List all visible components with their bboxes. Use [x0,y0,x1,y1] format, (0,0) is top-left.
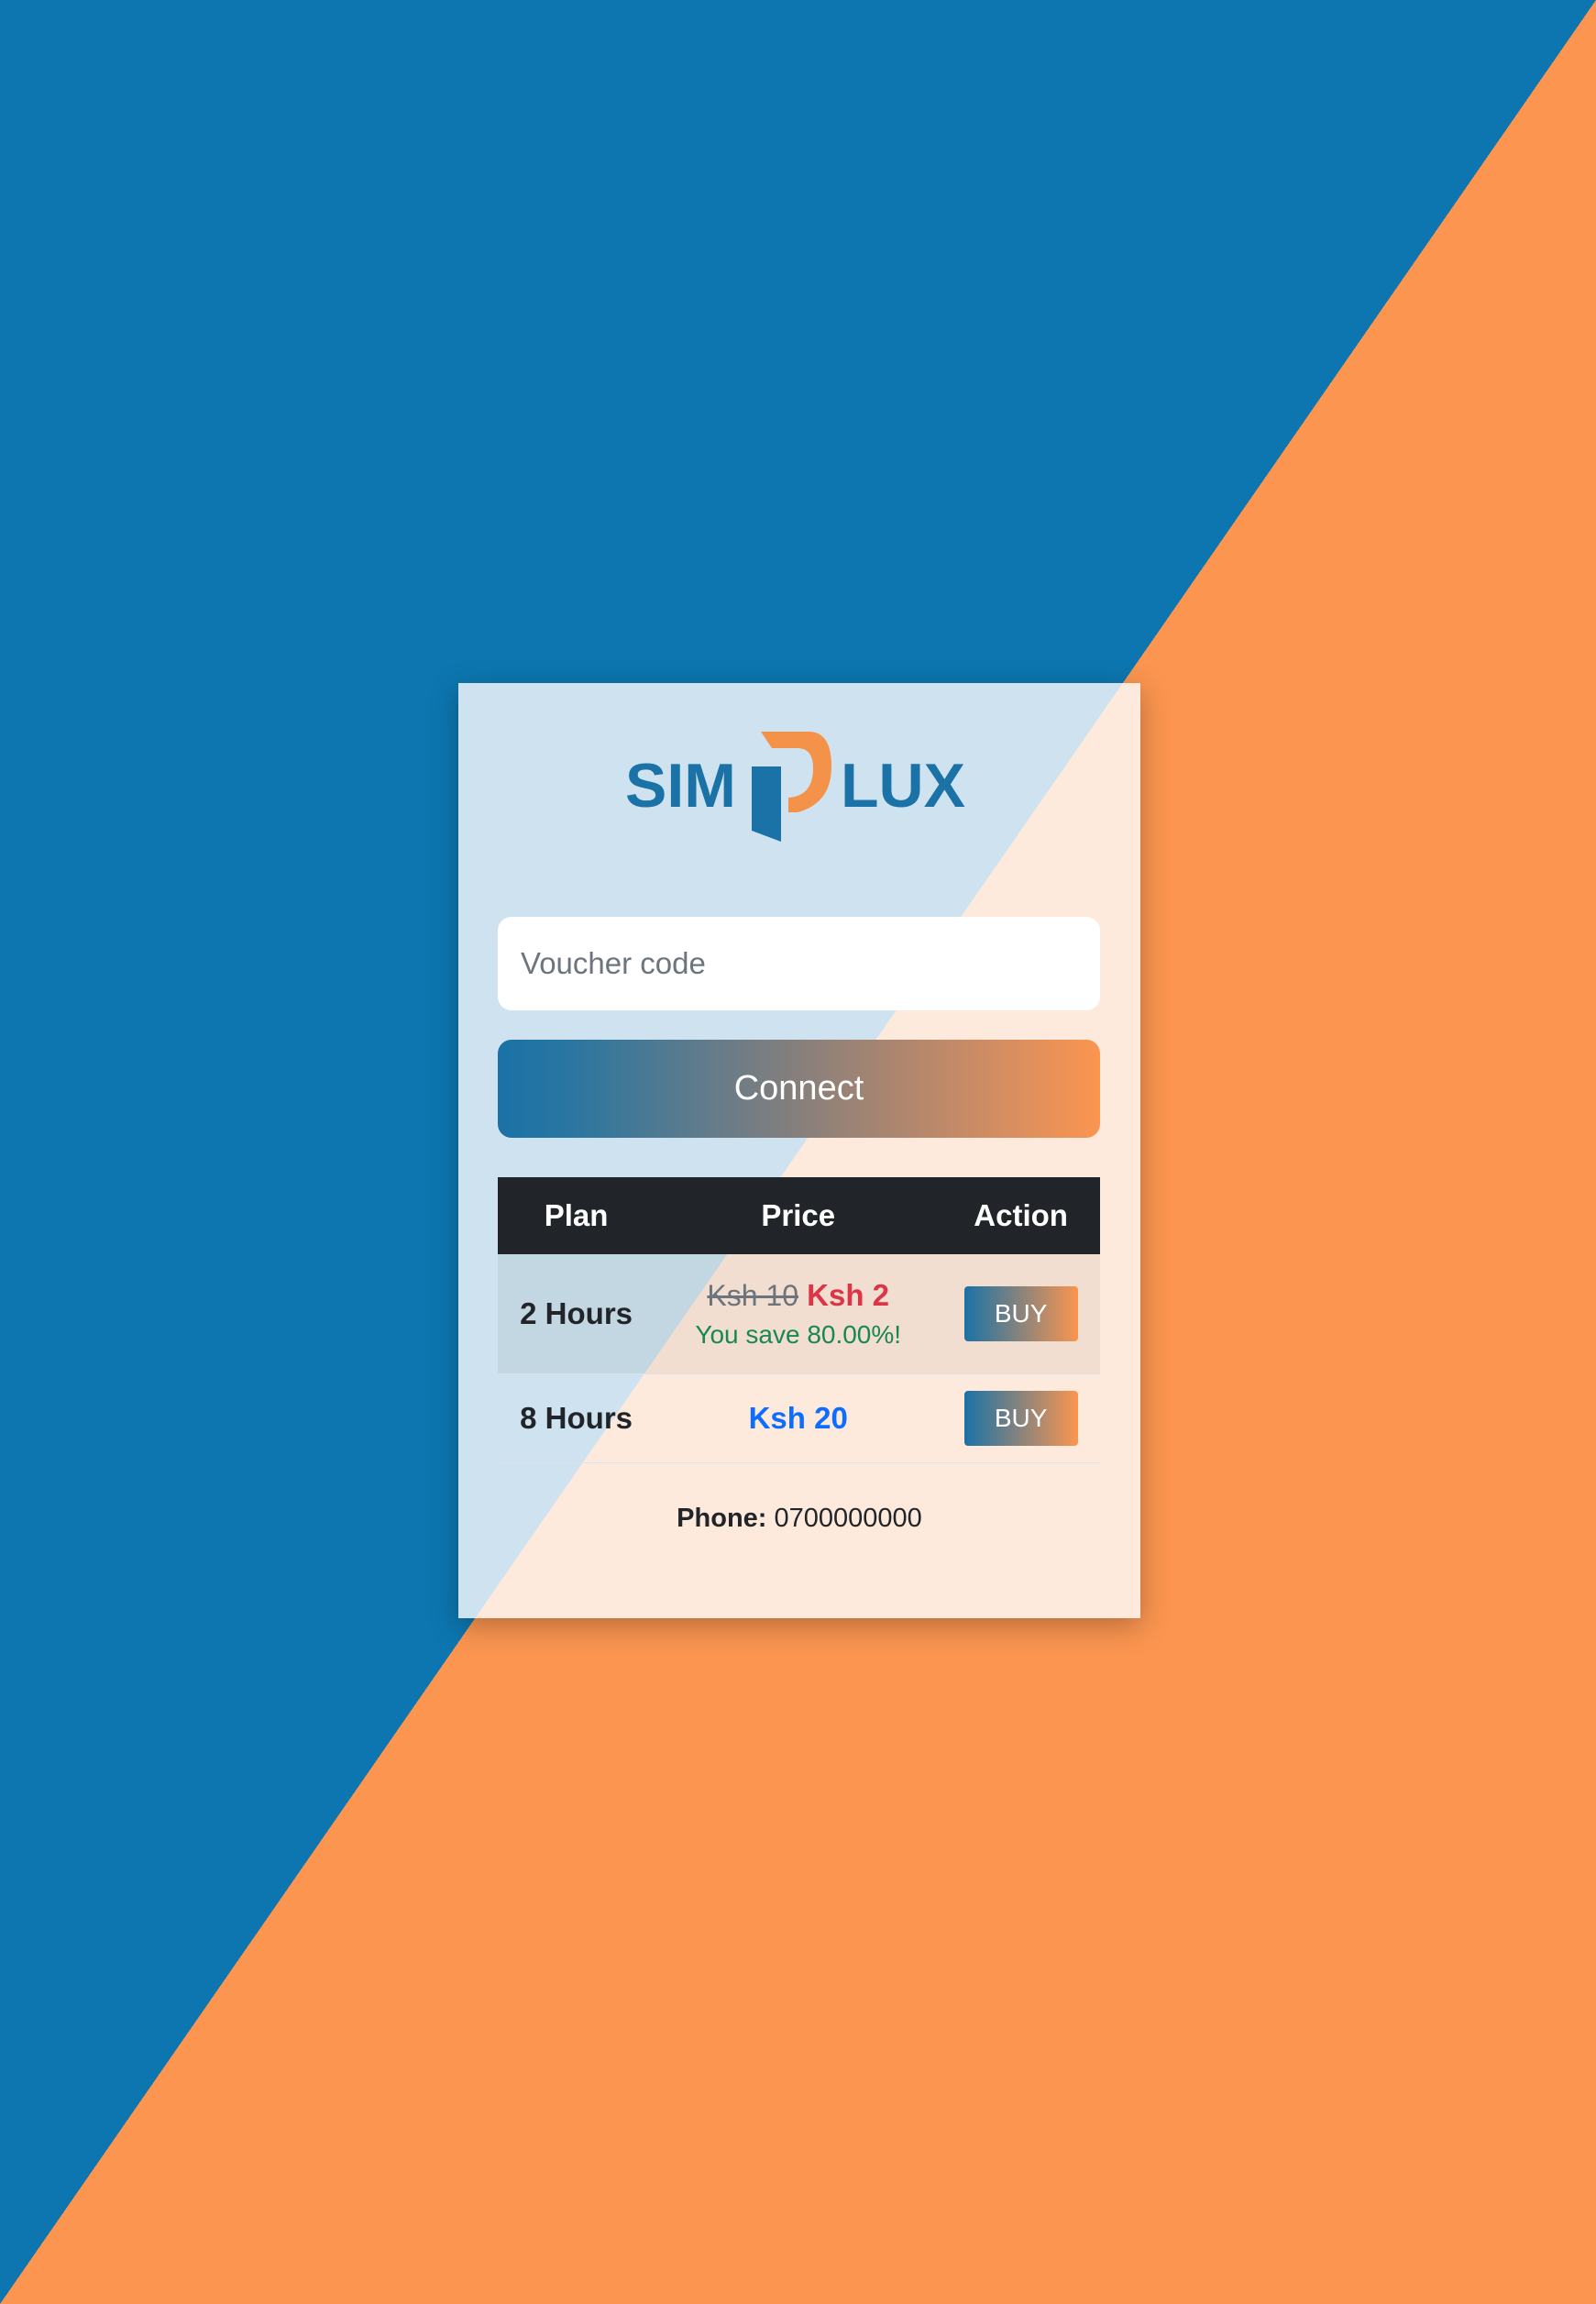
savings-text: You save 80.00%! [695,1320,902,1349]
table-row: 2 Hours Ksh 10 Ksh 2 You save 80.00%! BU… [498,1254,1100,1374]
action-cell: BUY [941,1254,1100,1374]
table-row: 8 Hours Ksh 20 BUY [498,1373,1100,1463]
phone-label: Phone: [677,1504,767,1533]
header-action: Action [941,1177,1100,1254]
table-header-row: Plan Price Action [498,1177,1100,1254]
logo: SIM LUX [498,683,1101,843]
voucher-code-input[interactable] [498,917,1100,1010]
svg-text:SIM: SIM [625,751,736,821]
price-cell: Ksh 10 Ksh 2 You save 80.00%! [655,1254,942,1374]
connect-button[interactable]: Connect [498,1040,1100,1138]
simplux-logo: SIM LUX [625,731,965,842]
action-cell: BUY [941,1373,1100,1463]
old-price: Ksh 10 [707,1279,798,1312]
buy-button-2-hours[interactable]: BUY [963,1286,1078,1341]
phone-number: 0700000000 [774,1504,922,1533]
plans-table: Plan Price Action 2 Hours Ksh 10 Ksh 2 Y… [498,1177,1100,1463]
svg-text:LUX: LUX [841,751,965,821]
sale-price: Ksh 2 [807,1278,890,1312]
plan-name: 8 Hours [498,1373,655,1463]
contact-phone: Phone: 0700000000 [498,1504,1101,1534]
header-price: Price [655,1177,942,1254]
buy-button-8-hours[interactable]: BUY [963,1391,1078,1446]
header-plan: Plan [498,1177,655,1254]
price-line: Ksh 10 Ksh 2 [655,1278,941,1313]
price: Ksh 20 [748,1401,848,1435]
login-card: SIM LUX Connect Plan Price Action 2 Hour… [458,683,1140,1618]
price-cell: Ksh 20 [655,1373,942,1463]
plan-name: 2 Hours [498,1254,655,1374]
